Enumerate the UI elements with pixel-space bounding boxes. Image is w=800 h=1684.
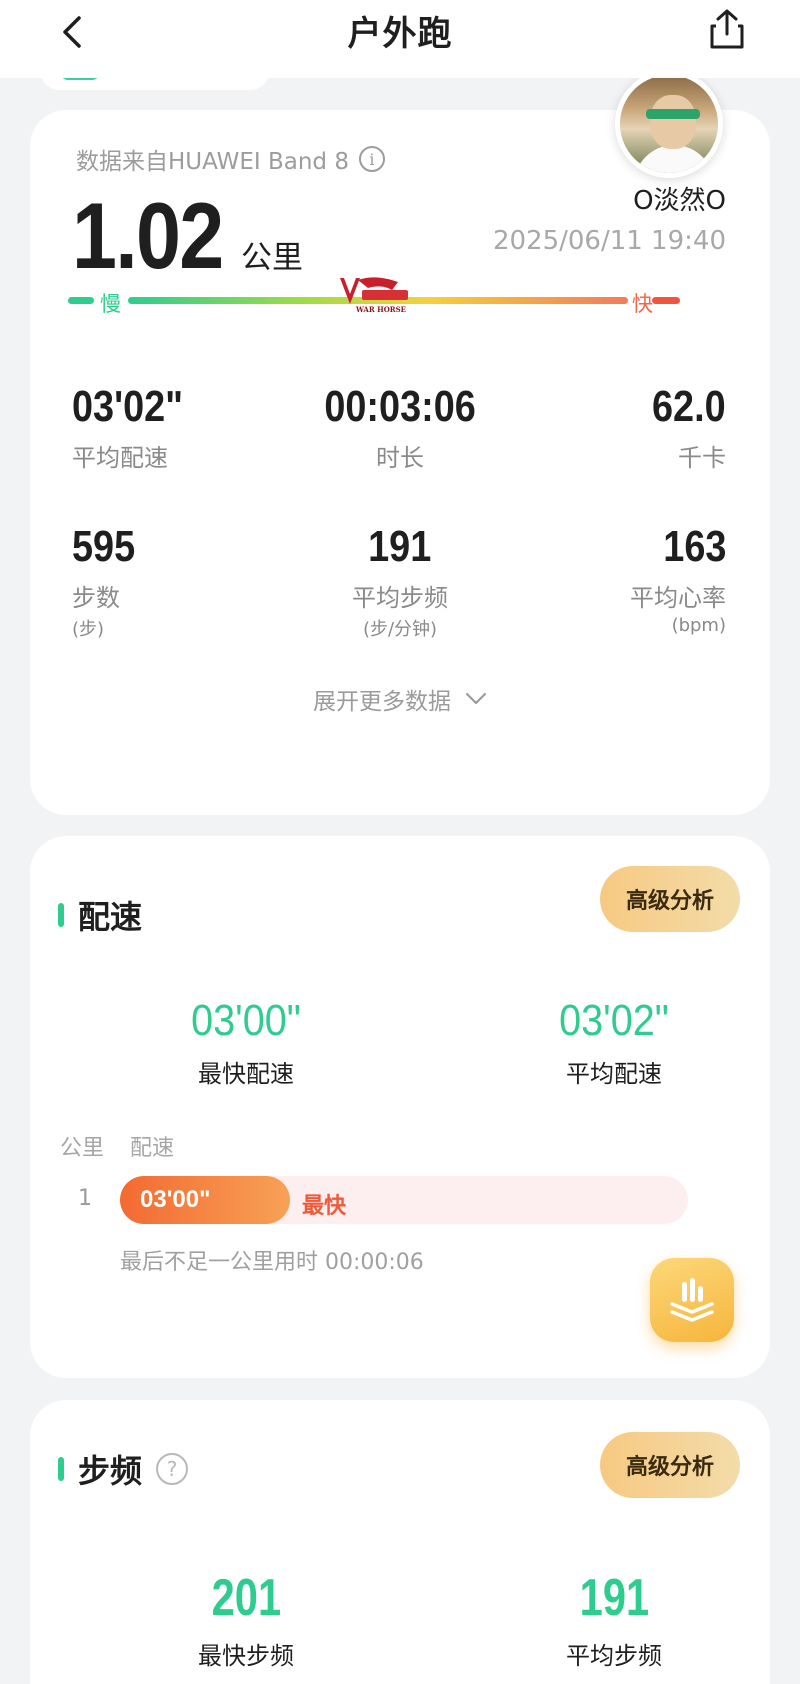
split-pace-bar: 03'00" — [120, 1176, 290, 1224]
fastest-cadence-value: 201 — [211, 1569, 281, 1627]
pace-scale-right-cap — [652, 297, 680, 304]
stat-duration: 00:03:06 时长 — [300, 382, 500, 473]
stat-label: 平均心率 — [630, 584, 726, 612]
section-accent-bar — [58, 903, 64, 927]
avatar-glasses — [646, 109, 700, 119]
top-bar: 户外跑 — [0, 0, 800, 78]
stat-cadence: 191 平均步频 (步/分钟) — [300, 522, 500, 641]
summary-card: 数据来自HUAWEI Band 8 i 1.02 公里 O淡然O 2025/06… — [30, 70, 770, 815]
cadence-title-text: 步频 — [78, 1452, 143, 1490]
pace-scale-left-cap — [68, 297, 94, 304]
share-icon — [710, 9, 744, 49]
average-pace-value: 03'02" — [559, 996, 669, 1045]
stat-label: 平均配速 — [72, 444, 168, 472]
stat-value: 191 — [368, 522, 432, 571]
pace-fast-label: 快 — [632, 292, 653, 316]
pace-title-text: 配速 — [78, 898, 143, 936]
average-cadence-label: 平均步频 — [566, 1642, 662, 1670]
distance-unit: 公里 — [240, 240, 303, 276]
expand-label: 展开更多数据 — [313, 689, 451, 715]
average-cadence-value: 191 — [579, 1569, 649, 1627]
average-pace-label: 平均配速 — [566, 1060, 662, 1088]
splits-col-km: 公里 — [60, 1136, 105, 1161]
stat-unit: (步) — [72, 619, 105, 640]
avatar-face — [650, 95, 696, 149]
chevron-down-icon — [465, 692, 487, 705]
stat-heart-rate: 163 平均心率 (bpm) — [630, 522, 726, 636]
avatar[interactable] — [615, 70, 723, 178]
stat-value: 03'02" — [72, 382, 184, 431]
floating-analysis-button[interactable] — [650, 1258, 734, 1342]
fastest-cadence-label: 最快步频 — [198, 1642, 294, 1670]
workout-datetime: 2025/06/11 19:40 — [492, 226, 726, 256]
stat-value: 595 — [72, 522, 136, 571]
stat-label: 时长 — [376, 444, 424, 472]
split-track: 03'00" 最快 — [120, 1176, 688, 1224]
stat-value: 163 — [662, 522, 726, 571]
fastest-pace-label: 最快配速 — [198, 1060, 294, 1088]
splits-note: 最后不足一公里用时 00:00:06 — [120, 1250, 424, 1275]
pace-section-title: 配速 — [58, 892, 142, 938]
pace-scale: 慢 快 WAR HORSE — [68, 277, 740, 316]
cadence-section-title: 步频 ? — [58, 1446, 189, 1492]
share-button[interactable] — [704, 6, 750, 52]
page-title: 户外跑 — [347, 14, 453, 54]
splits-col-pace: 配速 — [130, 1136, 175, 1161]
split-row: 1 03'00" 最快 — [78, 1176, 718, 1226]
expand-more-button[interactable]: 展开更多数据 — [30, 682, 770, 716]
war-horse-logo-text: WAR HORSE — [355, 305, 406, 314]
stat-label: 千卡 — [678, 444, 726, 472]
fastest-cadence: 201 最快步频 — [96, 1568, 396, 1671]
avatar-shirt — [634, 145, 714, 173]
average-cadence: 191 平均步频 — [464, 1568, 764, 1671]
stat-steps: 595 步数 (步) — [72, 522, 145, 641]
section-accent-bar — [58, 1457, 64, 1481]
stat-value: 62.0 — [652, 382, 726, 431]
average-pace: 03'02" 平均配速 — [464, 996, 764, 1089]
username: O淡然O — [633, 186, 726, 216]
stat-avg-pace: 03'02" 平均配速 — [72, 382, 201, 473]
stat-value: 00:03:06 — [324, 382, 476, 431]
help-icon[interactable]: ? — [156, 1453, 189, 1485]
fastest-pace-value: 03'00" — [191, 996, 301, 1045]
stat-calories: 62.0 千卡 — [640, 382, 726, 473]
split-fastest-tag: 最快 — [302, 1194, 347, 1219]
pace-advanced-analysis-button[interactable]: 高级分析 — [600, 866, 740, 932]
stat-label: 平均步频 — [352, 584, 448, 612]
cadence-advanced-analysis-button[interactable]: 高级分析 — [600, 1432, 740, 1498]
chart-stack-icon — [670, 1278, 714, 1322]
war-horse-logo: WAR HORSE — [340, 277, 408, 314]
splits-header: 公里 配速 — [60, 1130, 174, 1162]
info-icon[interactable]: i — [358, 146, 385, 172]
data-source: 数据来自HUAWEI Band 8 i — [76, 142, 385, 176]
stat-unit: (步/分钟) — [362, 619, 438, 640]
data-source-text: 数据来自HUAWEI Band 8 — [76, 149, 349, 175]
split-km: 1 — [78, 1186, 92, 1211]
fastest-pace: 03'00" 最快配速 — [96, 996, 396, 1089]
stat-unit: (bpm) — [671, 615, 726, 636]
distance-value: 1.02 — [72, 183, 224, 288]
stat-label: 步数 — [72, 584, 120, 612]
pace-slow-label: 慢 — [100, 292, 121, 316]
distance: 1.02 公里 — [72, 182, 303, 290]
cadence-card: 步频 ? 高级分析 201 最快步频 191 平均步频 — [30, 1400, 770, 1684]
